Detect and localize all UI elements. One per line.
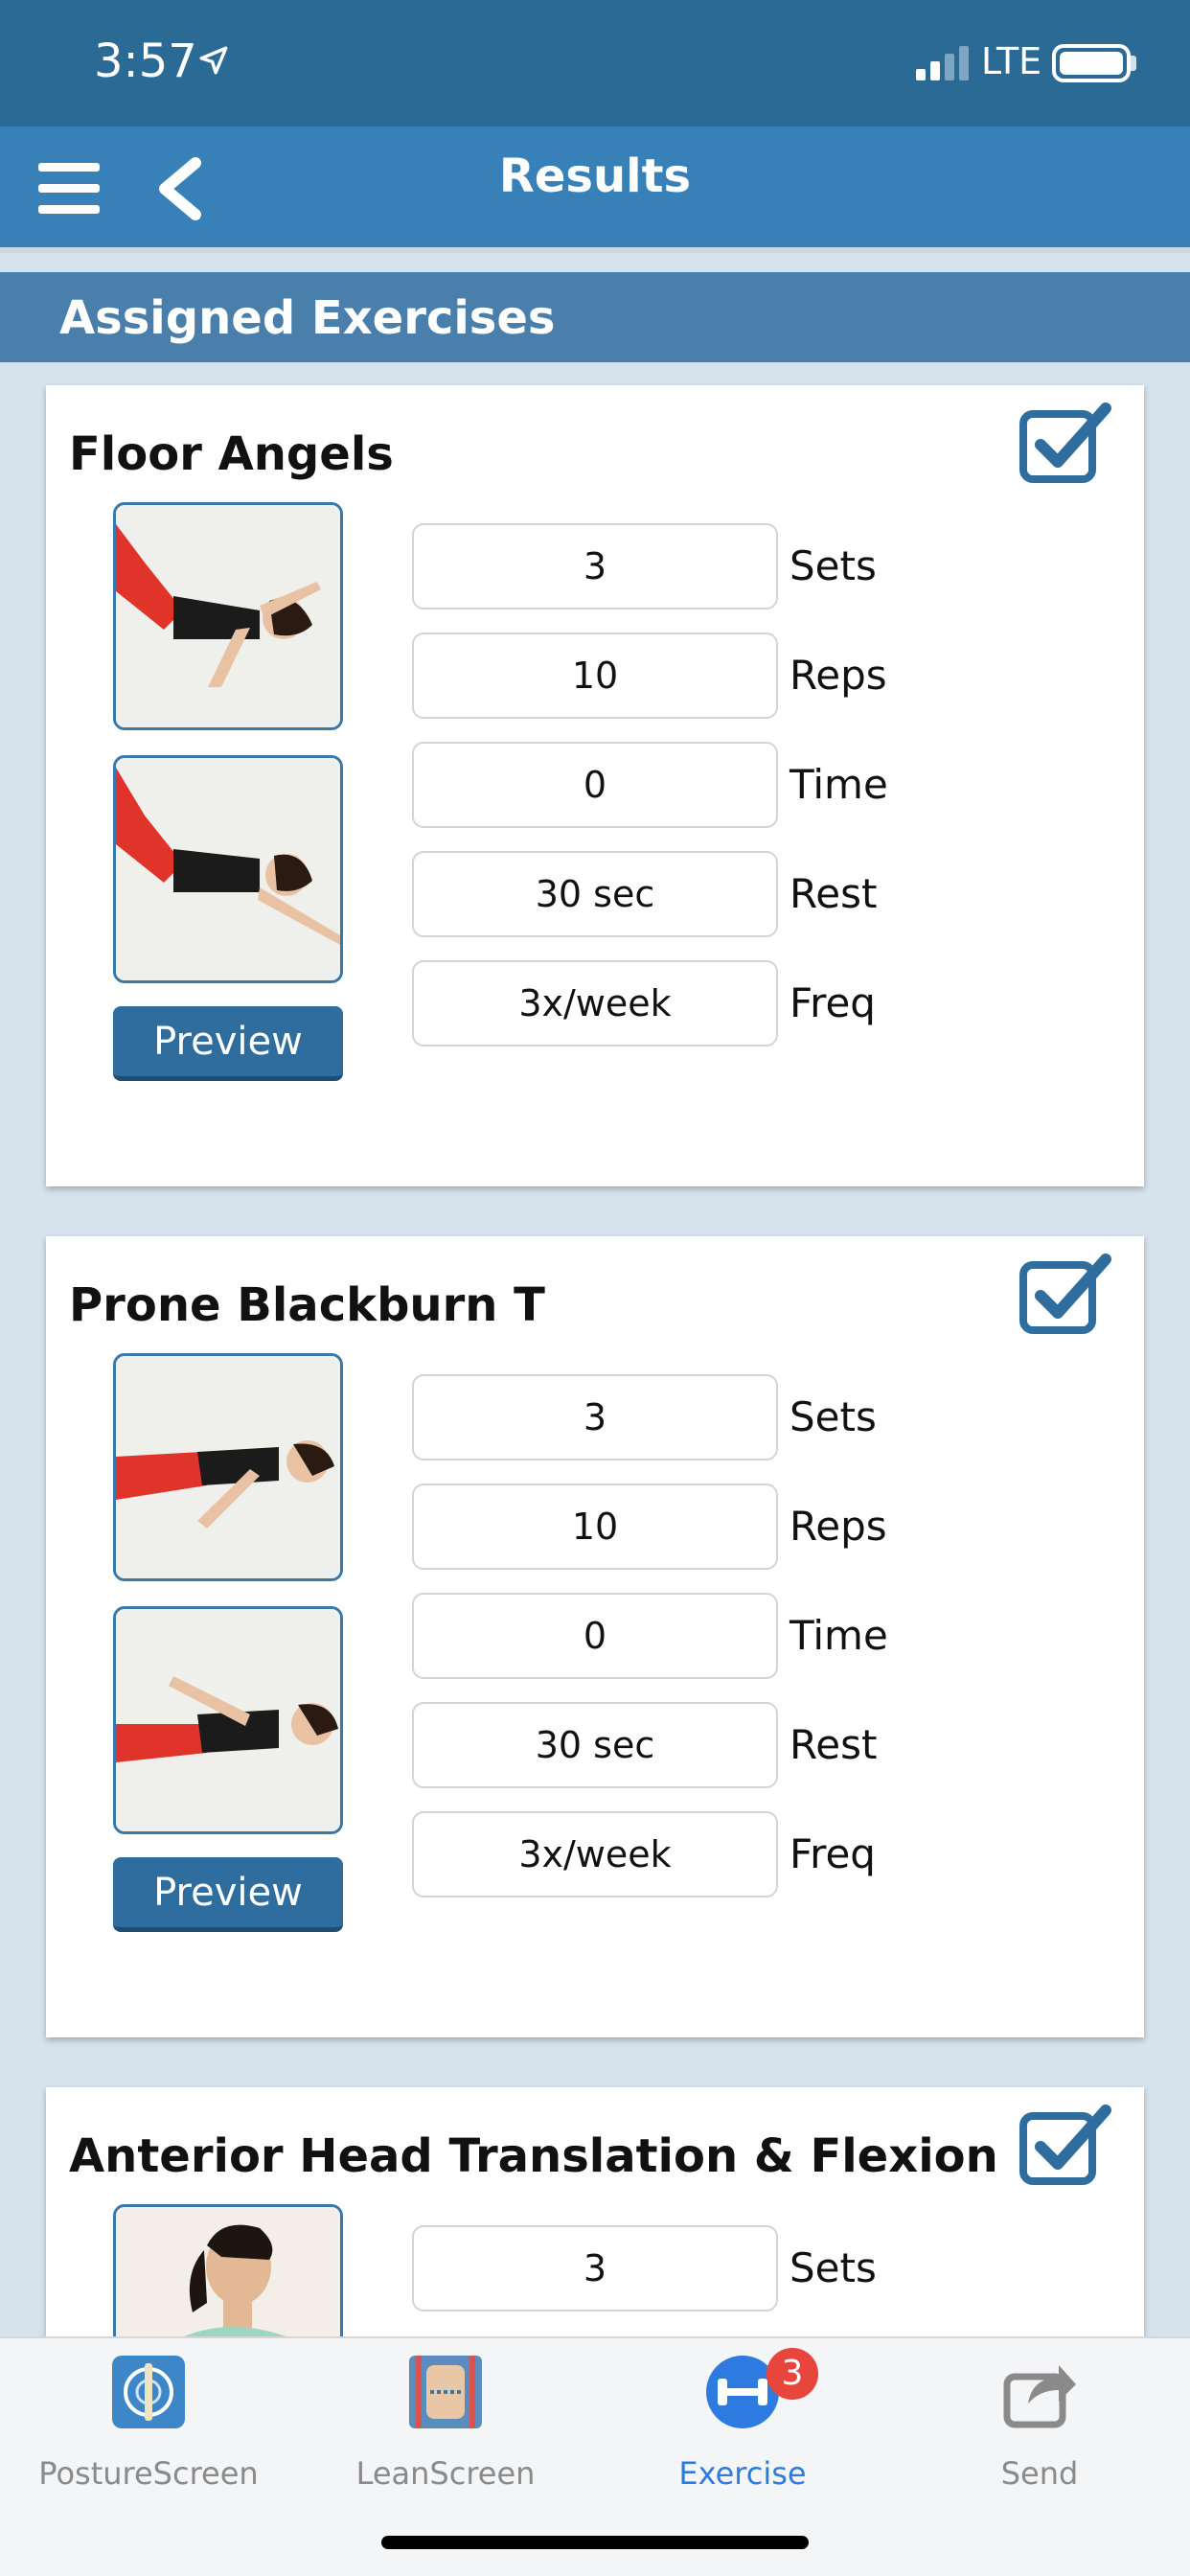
section-title: Assigned Exercises — [59, 291, 556, 345]
floor-angels-end-illustration — [116, 758, 340, 980]
reps-field[interactable]: 10 — [412, 632, 778, 719]
tab-label: PostureScreen — [38, 2455, 259, 2492]
location-arrow-icon — [199, 46, 228, 75]
rest-label: Rest — [790, 870, 878, 917]
reps-field[interactable]: 10 — [412, 1484, 778, 1570]
status-bar: 3:57 LTE — [0, 0, 1190, 126]
prone-blackburn-end-illustration — [116, 1609, 340, 1831]
rest-field[interactable]: 30 sec — [412, 1702, 778, 1788]
exercise-name: Anterior Head Translation & Flexion — [69, 2129, 998, 2183]
tab-send[interactable]: Send — [891, 2338, 1188, 2511]
section-header: Assigned Exercises — [0, 272, 1190, 362]
checkbox-checked-icon[interactable] — [1019, 1252, 1111, 1334]
preview-button[interactable]: Preview — [113, 1857, 343, 1932]
tab-label: Exercise — [678, 2455, 807, 2492]
exercise-name: Prone Blackburn T — [69, 1278, 545, 1332]
time-label: Time — [790, 761, 888, 808]
sets-field[interactable]: 3 — [412, 1374, 778, 1460]
status-time: 3:57 — [94, 34, 197, 88]
freq-field[interactable]: 3x/week — [412, 960, 778, 1046]
exercise-card: Prone Blackburn T Preview 3 Sets 10 Reps… — [46, 1236, 1144, 2037]
checkbox-checked-icon[interactable] — [1019, 2103, 1111, 2185]
reps-label: Reps — [790, 652, 887, 699]
nav-bar: Results — [0, 126, 1190, 253]
home-indicator[interactable] — [381, 2536, 809, 2549]
rest-field[interactable]: 30 sec — [412, 851, 778, 937]
exercise-image[interactable] — [113, 1606, 343, 1834]
preview-button[interactable]: Preview — [113, 1006, 343, 1081]
reps-label: Reps — [790, 1503, 887, 1550]
tab-exercise[interactable]: 3 Exercise — [594, 2338, 891, 2511]
page-title: Results — [498, 150, 692, 203]
sets-label: Sets — [790, 1393, 877, 1440]
body-scan-icon — [409, 2356, 482, 2428]
time-field[interactable]: 0 — [412, 1593, 778, 1679]
exercise-image[interactable] — [113, 755, 343, 983]
tab-label: LeanScreen — [355, 2455, 536, 2492]
battery-tip — [1131, 56, 1136, 71]
spine-target-icon — [112, 2356, 185, 2428]
notification-badge: 3 — [767, 2348, 818, 2400]
exercise-image[interactable] — [113, 502, 343, 730]
exercise-name: Floor Angels — [69, 427, 394, 481]
floor-angels-start-illustration — [116, 505, 340, 727]
time-field[interactable]: 0 — [412, 742, 778, 828]
rest-label: Rest — [790, 1721, 878, 1768]
sets-field[interactable]: 3 — [412, 2225, 778, 2312]
exercise-image[interactable] — [113, 1353, 343, 1581]
sets-label: Sets — [790, 542, 877, 589]
sets-label: Sets — [790, 2244, 877, 2291]
tab-posturescreen[interactable]: PostureScreen — [0, 2338, 297, 2511]
prone-blackburn-start-illustration — [116, 1356, 340, 1578]
freq-field[interactable]: 3x/week — [412, 1811, 778, 1898]
time-label: Time — [790, 1612, 888, 1659]
tab-label: Send — [1000, 2455, 1079, 2492]
network-type: LTE — [981, 40, 1042, 82]
sets-field[interactable]: 3 — [412, 523, 778, 610]
checkbox-checked-icon[interactable] — [1019, 401, 1111, 483]
tab-leanscreen[interactable]: LeanScreen — [297, 2338, 594, 2511]
freq-label: Freq — [790, 979, 876, 1026]
battery-icon — [1052, 44, 1131, 82]
freq-label: Freq — [790, 1830, 876, 1877]
signal-strength-icon — [916, 46, 969, 80]
exercise-card: Floor Angels Preview 3 Sets 10 Reps 0 Ti… — [46, 385, 1144, 1186]
share-arrow-icon — [1003, 2365, 1076, 2428]
